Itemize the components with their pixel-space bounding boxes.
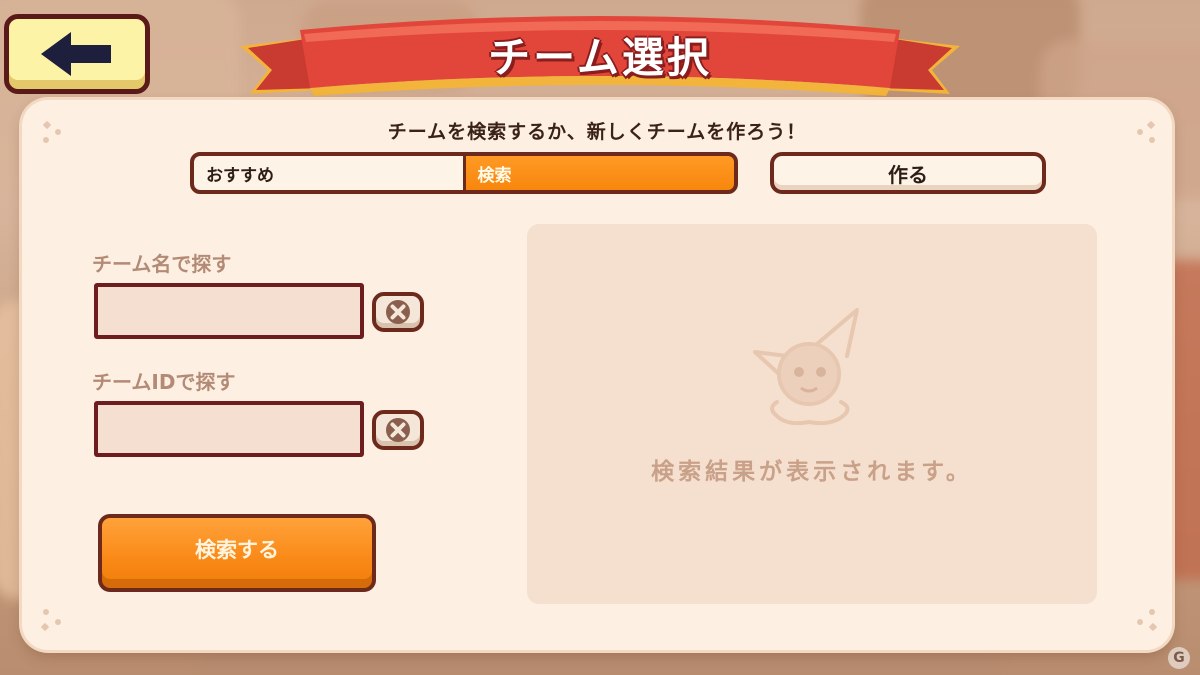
back-button[interactable] xyxy=(4,14,150,94)
page-title: チーム選択 xyxy=(488,33,712,82)
instruction-text: チームを検索するか、新しくチームを作ろう！ xyxy=(387,121,807,143)
close-x-icon xyxy=(386,418,410,442)
team-name-label: チーム名で探す xyxy=(92,252,232,276)
results-placeholder-text: 検索結果が表示されます。 xyxy=(651,459,973,485)
title-ribbon: チーム選択 xyxy=(240,8,960,108)
search-results-area: 検索結果が表示されます。 xyxy=(527,224,1097,604)
search-button[interactable]: 検索する xyxy=(98,514,376,592)
tab-bar: おすすめ 検索 xyxy=(190,152,738,194)
team-select-panel: チームを検索するか、新しくチームを作ろう！ おすすめ 検索 作る チーム名で探す… xyxy=(22,100,1172,650)
corner-ornament-icon xyxy=(41,609,61,631)
tab-search[interactable]: 検索 xyxy=(465,156,734,190)
team-name-input[interactable] xyxy=(94,283,364,339)
clear-team-id-button[interactable] xyxy=(372,410,424,450)
corner-ornament-icon xyxy=(1137,609,1157,631)
team-id-label: チームIDで探す xyxy=(92,370,236,394)
arrow-left-icon xyxy=(41,32,111,76)
site-watermark: G xyxy=(1168,647,1190,669)
clear-team-name-button[interactable] xyxy=(372,292,424,332)
tab-recommended[interactable]: おすすめ xyxy=(194,156,466,190)
team-id-input[interactable] xyxy=(94,401,364,457)
close-x-icon xyxy=(386,300,410,324)
eevee-icon xyxy=(753,308,859,426)
create-team-button[interactable]: 作る xyxy=(770,152,1046,194)
